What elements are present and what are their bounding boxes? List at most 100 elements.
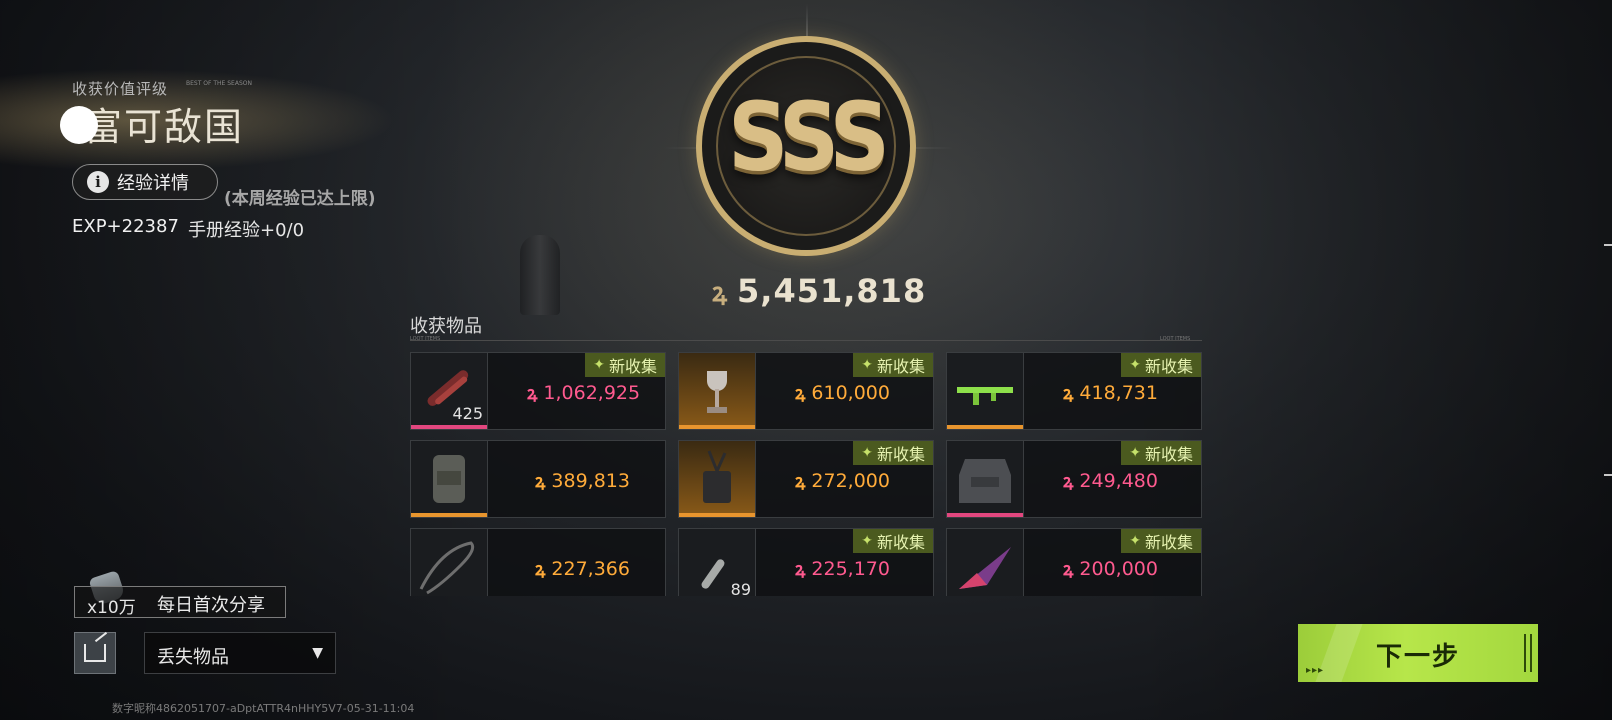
item-card[interactable]: ✦ 新收集 ꝝ 249,480: [946, 440, 1202, 518]
section-divider: [410, 340, 1202, 341]
info-icon: i: [87, 171, 109, 193]
item-price-value: 200,000: [1079, 558, 1158, 580]
sparkle-icon: ✦: [861, 533, 873, 549]
items-grid[interactable]: 425 ✦ 新收集 ꝝ 1,062,925 ✦ 新收集 ꝝ 610,000 ✦ 新收集: [410, 352, 1206, 596]
rank-title: 富可敌国: [84, 105, 245, 149]
exp-value: EXP+22387: [72, 216, 179, 237]
rarity-bar: [679, 425, 755, 429]
sparkle-icon: ✦: [1129, 445, 1141, 461]
exp-limit-note: (本周经验已达上限): [224, 189, 376, 209]
item-price: ꝝ 389,813: [535, 469, 630, 493]
sparkle-icon: ✦: [593, 357, 605, 373]
device-icon: [703, 450, 731, 503]
new-badge: ✦ 新收集: [585, 353, 665, 377]
lost-items-label: 丢失物品: [157, 647, 229, 668]
new-badge: ✦ 新收集: [853, 353, 933, 377]
sparkle-icon: ✦: [1129, 533, 1141, 549]
items-section-title: 收获物品: [410, 316, 482, 337]
section-divider-label: LOOT ITEMS: [1160, 336, 1191, 342]
item-card[interactable]: ꝝ 389,813: [410, 440, 666, 518]
item-card[interactable]: ✦ 新收集 ꝝ 418,731: [946, 352, 1202, 430]
crystal-shard-icon: [959, 547, 1011, 589]
rank-caption-sub: BEST OF THE SEASON: [186, 80, 252, 87]
item-thumbnail: [947, 529, 1024, 596]
new-badge-label: 新收集: [1144, 533, 1193, 552]
touch-indicator: [60, 106, 98, 144]
item-price-value: 418,731: [1079, 382, 1158, 404]
new-badge: ✦ 新收集: [1121, 353, 1201, 377]
currency-coin-icon: ꝝ: [712, 278, 728, 308]
new-badge-label: 新收集: [876, 445, 925, 464]
item-thumbnail: 425: [411, 353, 488, 429]
exp-details-label: 经验详情: [117, 173, 189, 194]
item-card[interactable]: 425 ✦ 新收集 ꝝ 1,062,925: [410, 352, 666, 430]
next-step-button[interactable]: 下一步 ▸▸▸: [1298, 624, 1538, 682]
item-price: ꝝ 418,731: [1063, 381, 1158, 405]
new-badge: ✦ 新收集: [853, 529, 933, 553]
item-price: ꝝ 227,366: [535, 557, 630, 581]
item-price: ꝝ 249,480: [1063, 469, 1158, 493]
item-thumbnail: [947, 353, 1024, 429]
new-badge-label: 新收集: [608, 357, 657, 376]
rarity-bar: [411, 425, 487, 429]
cable-icon: [419, 541, 475, 595]
next-step-label: 下一步: [1375, 642, 1460, 672]
item-thumbnail: [411, 441, 488, 517]
new-badge-label: 新收集: [1144, 357, 1193, 376]
edge-tick: [1604, 474, 1612, 476]
item-price-value: 389,813: [551, 470, 630, 492]
lost-items-dropdown[interactable]: 丢失物品 ▼: [144, 632, 336, 674]
item-card[interactable]: ✦ 新收集 ꝝ 610,000: [678, 352, 934, 430]
items-section-subtitle: LOOT ITEMS: [410, 336, 441, 342]
currency-coin-icon: ꝝ: [795, 383, 806, 404]
currency-coin-icon: ꝝ: [535, 471, 546, 492]
item-card[interactable]: 89 ✦ 新收集 ꝝ 225,170: [678, 528, 934, 596]
currency-coin-icon: ꝝ: [1063, 383, 1074, 404]
manual-exp: 手册经验+0/0: [188, 220, 305, 241]
currency-coin-icon: ꝝ: [535, 559, 546, 580]
new-badge-label: 新收集: [876, 533, 925, 552]
item-price-value: 1,062,925: [543, 382, 641, 404]
player-id-text: 数字昵称4862051707-aDptATTR4nHHY5V7-05-31-11…: [112, 702, 415, 715]
currency-coin-icon: ꝝ: [795, 471, 806, 492]
sparkle-icon: ✦: [1129, 357, 1141, 373]
share-label: 每日首次分享: [157, 595, 265, 616]
currency-coin-icon: ꝝ: [795, 559, 806, 580]
exp-details-button[interactable]: i 经验详情: [72, 164, 218, 200]
item-thumbnail: [947, 441, 1024, 517]
edge-tick: [1604, 244, 1612, 246]
total-value: 5,451,818: [737, 272, 927, 310]
item-price-value: 610,000: [811, 382, 890, 404]
item-thumbnail: 89: [679, 529, 756, 596]
currency-coin-icon: ꝝ: [527, 383, 538, 404]
item-card[interactable]: ✦ 新收集 ꝝ 200,000: [946, 528, 1202, 596]
item-card[interactable]: ✦ 新收集 ꝝ 272,000: [678, 440, 934, 518]
total-value-row: ꝝ 5,451,818: [712, 272, 926, 310]
rarity-bar: [947, 425, 1023, 429]
background-shell: [520, 235, 560, 315]
item-thumbnail: [679, 441, 756, 517]
new-badge: ✦ 新收集: [853, 441, 933, 465]
item-price-value: 225,170: [811, 558, 890, 580]
share-button[interactable]: [74, 632, 116, 674]
daily-share-banner[interactable]: x10万 每日首次分享: [74, 586, 286, 618]
backpack-icon: [433, 455, 465, 503]
trophy-icon: [707, 371, 727, 413]
sparkle-icon: ✦: [861, 445, 873, 461]
button-stripe: [1524, 634, 1532, 672]
item-price-value: 249,480: [1079, 470, 1158, 492]
triangle-down-icon: ▼: [312, 645, 323, 661]
item-thumbnail: [679, 353, 756, 429]
sparkle-icon: ✦: [861, 357, 873, 373]
item-quantity: 89: [730, 580, 751, 596]
next-dots: ▸▸▸: [1306, 665, 1325, 676]
new-badge-label: 新收集: [1144, 445, 1193, 464]
rarity-bar: [411, 513, 487, 517]
item-price: ꝝ 1,062,925: [527, 381, 640, 405]
item-price: ꝝ 610,000: [795, 381, 890, 405]
rifle-icon: [957, 387, 1013, 405]
item-thumbnail: [411, 529, 488, 596]
item-price-value: 227,366: [551, 558, 630, 580]
item-price: ꝝ 200,000: [1063, 557, 1158, 581]
item-card[interactable]: ꝝ 227,366: [410, 528, 666, 596]
